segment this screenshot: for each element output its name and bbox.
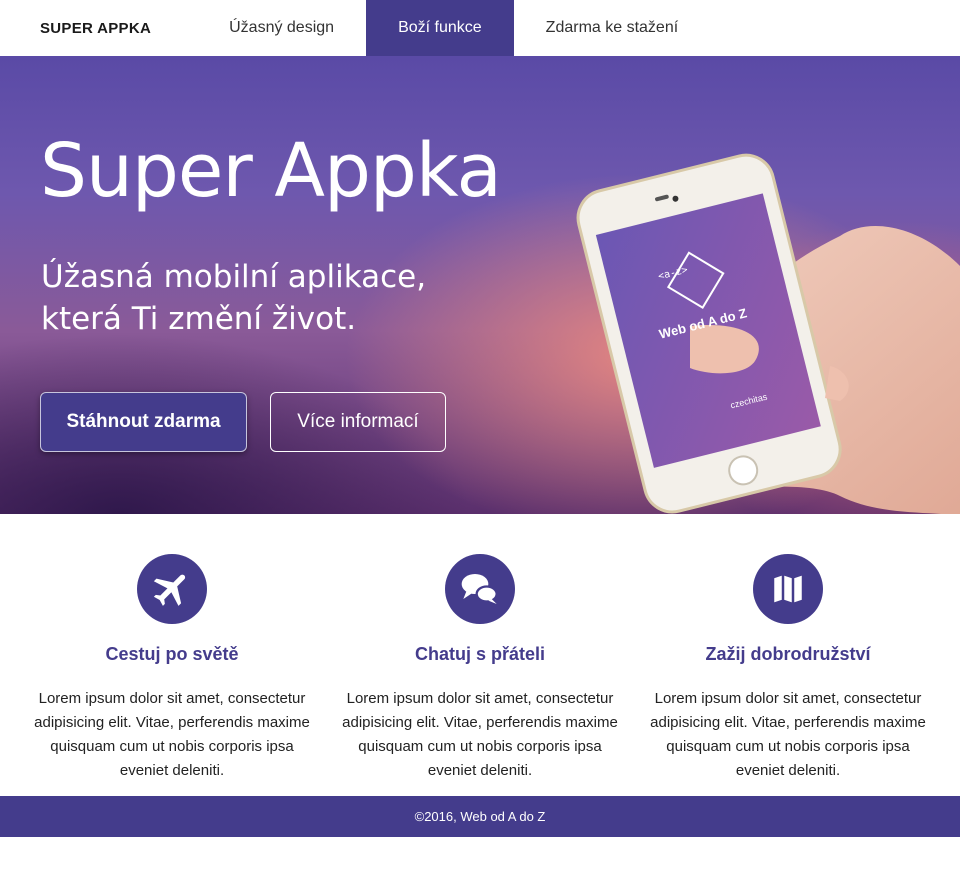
feature-travel: Cestuj po světě Lorem ipsum dolor sit am… [18,554,326,796]
brand-logo-text[interactable]: SUPER APPKA [0,20,191,37]
feature-adventure: Zažij dobrodružství Lorem ipsum dolor si… [634,554,942,796]
hero-subtitle: Úžasná mobilní aplikace, která Ti změní … [41,256,426,340]
feature-chat: Chatuj s přáteli Lorem ipsum dolor sit a… [326,554,634,796]
top-navigation: SUPER APPKA Úžasný design Boží funkce Zd… [0,0,960,56]
phone-in-hand-image: <a-z> Web od A do Z czechitas [540,106,960,514]
feature-adventure-title: Zažij dobrodružství [705,644,871,664]
hero-title: Super Appka [40,128,502,214]
nav-item-features[interactable]: Boží funkce [366,0,514,56]
footer: ©2016, Web od A do Z [0,796,960,837]
feature-chat-text: Lorem ipsum dolor sit amet, consectetur … [342,690,618,779]
feature-travel-text: Lorem ipsum dolor sit amet, consectetur … [34,690,310,779]
hero-subtitle-line-1: Úžasná mobilní aplikace, [41,259,427,295]
footer-copyright: ©2016, Web od A do Z [414,809,546,824]
chat-icon [445,554,515,624]
plane-icon [137,554,207,624]
features-section: Cestuj po světě Lorem ipsum dolor sit am… [0,514,960,796]
feature-travel-title: Cestuj po světě [105,644,239,664]
feature-chat-title: Chatuj s přáteli [414,644,546,664]
feature-adventure-text: Lorem ipsum dolor sit amet, consectetur … [650,690,926,779]
nav-item-download[interactable]: Zdarma ke stažení [514,0,711,56]
hero-subtitle-line-2: která Ti změní život. [41,301,357,337]
download-free-button[interactable]: Stáhnout zdarma [40,392,247,452]
map-icon [753,554,823,624]
hero-section: Super Appka Úžasná mobilní aplikace, kte… [0,56,960,514]
nav-item-design[interactable]: Úžasný design [197,0,366,56]
more-info-button[interactable]: Více informací [270,392,446,452]
